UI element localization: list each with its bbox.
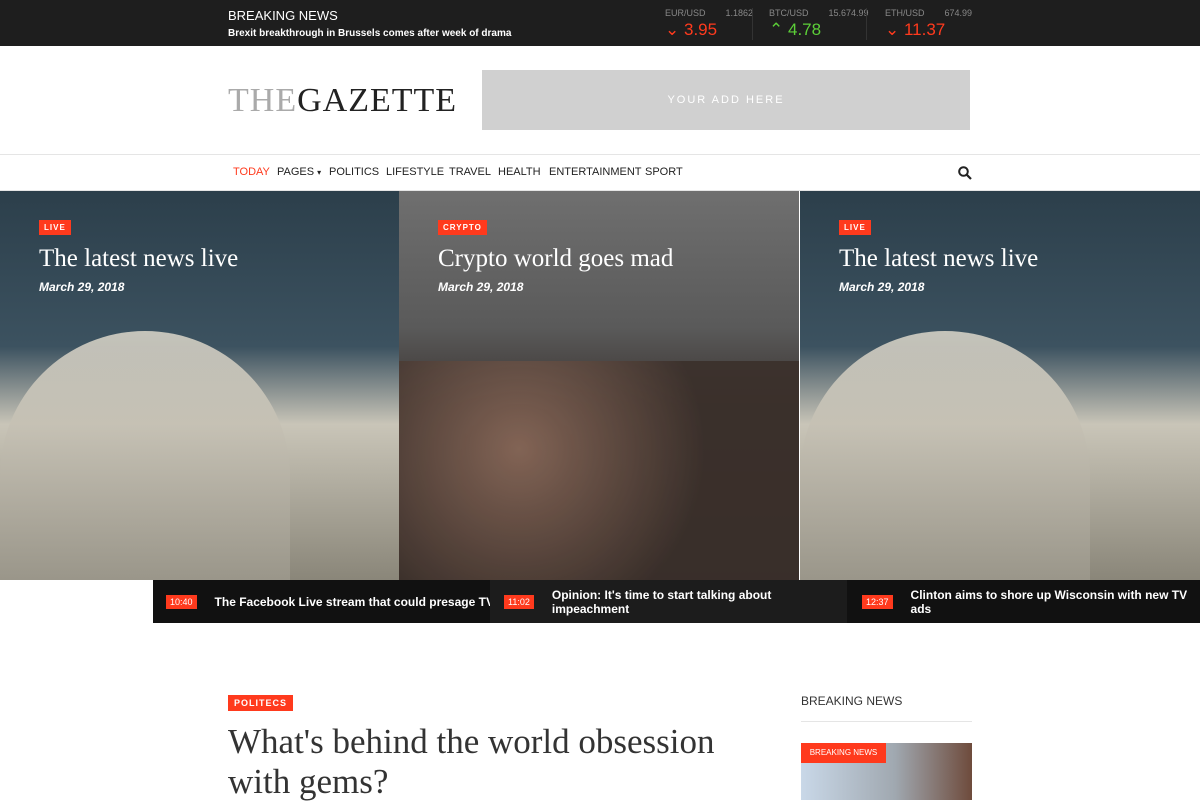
ad-banner[interactable]: YOUR ADD HERE <box>482 70 970 130</box>
nav-politics[interactable]: POLITICS <box>329 166 379 178</box>
hero-tag: LIVE <box>839 220 871 235</box>
main-nav: TODAY PAGES ▾ POLITICS LIFESTYLE TRAVEL … <box>0 154 1200 191</box>
nav-lifestyle[interactable]: LIFESTYLE <box>386 166 444 178</box>
nav-pages-label: PAGES <box>277 166 315 178</box>
hero-card[interactable]: CRYPTO Crypto world goes mad March 29, 2… <box>399 191 799 580</box>
search-icon[interactable] <box>958 166 972 180</box>
ticker-change: 3.95 <box>683 20 718 39</box>
nav-travel[interactable]: TRAVEL <box>449 166 491 178</box>
strip-time: 11:02 <box>504 594 534 609</box>
hero-date: March 29, 2018 <box>39 280 125 294</box>
nav-sport[interactable]: SPORT <box>645 166 683 178</box>
divider <box>752 8 753 40</box>
nav-pages[interactable]: PAGES ▾ <box>277 166 321 178</box>
hero-date: March 29, 2018 <box>438 280 524 294</box>
breaking-headline[interactable]: Brexit breakthrough in Brussels comes af… <box>228 28 511 39</box>
ticker-price: 15.674.99 <box>828 8 869 18</box>
hero-tag: CRYPTO <box>438 220 487 235</box>
article-title[interactable]: What's behind the world obsession with g… <box>228 722 748 802</box>
caret-down-icon: ▾ <box>317 168 322 177</box>
category-badge[interactable]: POLITECS <box>228 695 294 711</box>
hero-tag: LIVE <box>39 220 71 235</box>
chevron-down-icon: ⌄ <box>885 20 900 39</box>
ticker-price: 1.1862 <box>725 8 754 18</box>
strip-time: 10:40 <box>166 594 197 609</box>
ticker-price: 674.99 <box>944 8 973 18</box>
nav-health[interactable]: HEALTH <box>498 166 541 178</box>
crowd-image <box>399 361 799 580</box>
strip-text: Opinion: It's time to start talking abou… <box>551 587 772 616</box>
news-strip: 10:40 The Facebook Live stream that could… <box>153 580 1200 623</box>
chevron-up-icon: ⌃ <box>769 20 784 39</box>
hero-title[interactable]: The latest news live <box>39 245 238 273</box>
hero-card[interactable]: LIVE The latest news live March 29, 2018 <box>800 191 1200 580</box>
site-logo[interactable]: THEGAZETTE <box>228 82 457 120</box>
divider <box>866 8 867 40</box>
hero-date: March 29, 2018 <box>839 280 925 294</box>
hero-card[interactable]: LIVE The latest news live March 29, 2018 <box>0 191 400 580</box>
ticker-change: 4.78 <box>787 20 822 39</box>
sidebar-heading: BREAKING NEWS <box>801 694 903 708</box>
breaking-title: BREAKING NEWS <box>228 8 338 23</box>
hero-title[interactable]: Crypto world goes mad <box>438 245 673 273</box>
nav-today[interactable]: TODAY <box>233 166 270 178</box>
breaking-news-ticker[interactable]: BREAKING NEWS Brexit breakthrough in Bru… <box>228 8 511 39</box>
ticker-btc-usd: BTC/USD 15.674.99 ⌃ 4.78 <box>769 8 899 40</box>
strip-time: 12:37 <box>862 594 893 609</box>
top-bar: BREAKING NEWS Brexit breakthrough in Bru… <box>0 0 1200 46</box>
strip-text: The Facebook Live stream that could pres… <box>214 594 494 609</box>
divider <box>801 721 972 722</box>
hero-title[interactable]: The latest news live <box>839 245 1038 273</box>
ticker-change: 11.37 <box>903 20 946 39</box>
ticker-pair: ETH/USD <box>885 8 925 18</box>
capitol-image <box>800 331 1090 580</box>
logo-light: THE <box>228 82 298 119</box>
ticker-eth-usd: ETH/USD 674.99 ⌄ 11.37 <box>885 8 1015 40</box>
nav-entertainment[interactable]: ENTERTAINMENT <box>549 166 642 178</box>
ticker-pair: EUR/USD <box>665 8 706 18</box>
capitol-image <box>0 331 290 580</box>
strip-item[interactable]: 12:37 Clinton aims to shore up Wisconsin … <box>862 580 1200 623</box>
ticker-pair: BTC/USD <box>769 8 809 18</box>
strip-item[interactable]: 11:02 Opinion: It's time to start talking… <box>490 580 847 623</box>
strip-item[interactable]: 10:40 The Facebook Live stream that could… <box>166 580 494 623</box>
logo-dark: GAZETTE <box>297 82 458 119</box>
sidebar-card-tag: BREAKING NEWS <box>801 743 886 763</box>
strip-text: Clinton aims to shore up Wisconsin with … <box>910 587 1188 616</box>
chevron-down-icon: ⌄ <box>665 20 680 39</box>
